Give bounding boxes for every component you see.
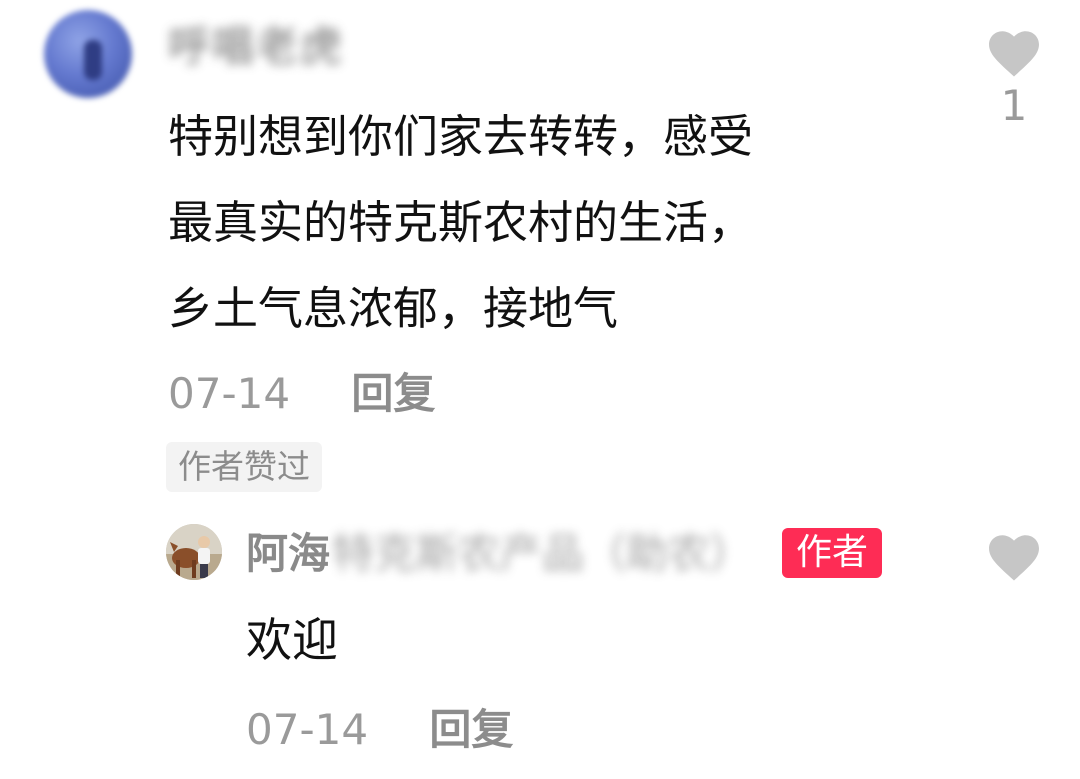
- reply-username[interactable]: 阿海特克斯农产品（助农）: [246, 524, 752, 584]
- like-button[interactable]: 1: [984, 30, 1044, 128]
- comment-text-line: 乡土气息浓郁，接地气: [168, 282, 619, 335]
- reply-button[interactable]: 回复: [429, 700, 513, 760]
- reply-text: 欢迎: [246, 613, 338, 667]
- author-badge: 作者: [782, 528, 883, 578]
- comment-text: 特别想到你们家去转转，感受 最真实的特克斯农村的生活， 乡土气息浓郁，接地气: [168, 94, 948, 352]
- reply-date: 07-14: [246, 705, 369, 754]
- heart-icon: [989, 31, 1039, 77]
- reply-avatar[interactable]: [166, 524, 222, 580]
- comment-date: 07-14: [168, 369, 291, 418]
- avatar[interactable]: [44, 10, 132, 98]
- comment-text-line: 最真实的特克斯农村的生活，: [168, 196, 754, 249]
- reply-username-visible: 阿海: [246, 529, 331, 578]
- author-liked-badge: 作者赞过: [166, 442, 322, 492]
- comment-username[interactable]: 呼唱老虎: [168, 22, 344, 72]
- like-button[interactable]: [984, 534, 1044, 582]
- comment-text-line: 特别想到你们家去转转，感受: [168, 110, 754, 163]
- reply-meta: 07-14 回复: [246, 700, 513, 760]
- comment-meta: 07-14 回复: [168, 364, 435, 424]
- avatar-photo: [166, 524, 222, 580]
- reply-username-obscured: 特克斯农产品（助农）: [332, 529, 753, 578]
- reply-button[interactable]: 回复: [351, 364, 435, 424]
- like-count: 1: [1000, 81, 1028, 130]
- heart-icon: [989, 535, 1039, 581]
